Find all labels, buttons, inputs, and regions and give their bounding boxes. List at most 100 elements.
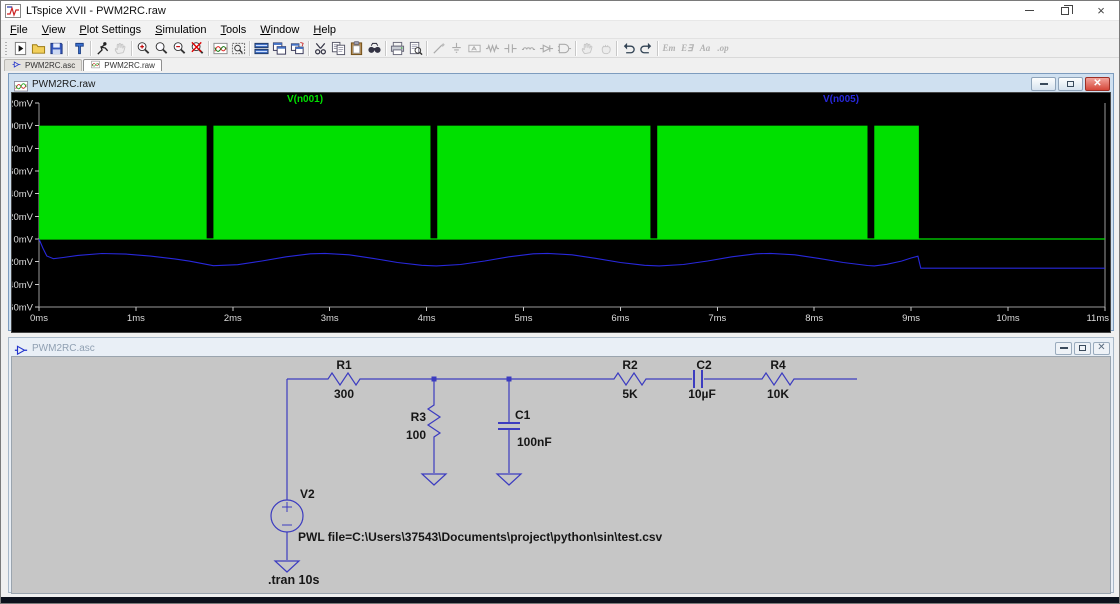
component-R2[interactable]: R2 5K — [610, 358, 650, 401]
cascade-icon[interactable] — [288, 40, 306, 57]
legend-vn005[interactable]: V(n005) — [823, 94, 859, 105]
diode-icon — [537, 40, 555, 57]
waveform-window-title: PWM2RC.raw — [32, 79, 95, 90]
rotate-icon: E∃ — [678, 40, 696, 57]
paste-icon[interactable] — [347, 40, 365, 57]
minimize-button[interactable] — [1011, 1, 1047, 20]
menu-window[interactable]: Window — [253, 23, 306, 37]
run-icon[interactable] — [93, 40, 111, 57]
waveform-plot-area[interactable]: V(n001)V(n005)120mV100mV80mV60mV40mV20mV… — [11, 92, 1111, 333]
component-C1[interactable]: C1 100nF — [498, 408, 552, 449]
x-tick-label: 2ms — [224, 313, 242, 324]
y-tick-label: 0mV — [13, 235, 33, 246]
component-R3[interactable]: R3100 — [406, 401, 440, 442]
wave-restore-button[interactable] — [1058, 77, 1083, 91]
y-tick-label: 80mV — [12, 144, 34, 155]
menu-file[interactable]: File — [3, 23, 35, 37]
toolbar-separator — [575, 41, 576, 56]
copy-icon[interactable] — [329, 40, 347, 57]
junction-dot — [432, 377, 437, 382]
mdi-area: PWM2RC.raw ✕ V(n001)V(n005)120mV100mV80m… — [1, 71, 1119, 604]
wave-close-button[interactable]: ✕ — [1085, 77, 1110, 91]
component-value-label: 100nF — [517, 435, 552, 449]
ground-symbol[interactable] — [275, 561, 299, 572]
component-ref-label: C1 — [515, 408, 531, 422]
component-V2[interactable]: V2PWL file=C:\Users\37543\Documents\proj… — [271, 487, 663, 544]
component-value-label: 10K — [767, 387, 789, 401]
wave-minimize-button[interactable] — [1031, 77, 1056, 91]
schematic-window-titlebar[interactable]: PWM2RC.asc ✕ — [11, 340, 1111, 356]
y-tick-label: 40mV — [12, 189, 34, 200]
open-icon[interactable] — [29, 40, 47, 57]
resistor-icon — [483, 40, 501, 57]
toolbar-separator — [67, 41, 68, 56]
waveform-window-titlebar[interactable]: PWM2RC.raw ✕ — [11, 76, 1111, 92]
component-value-label: 300 — [334, 387, 354, 401]
x-tick-label: 7ms — [708, 313, 726, 324]
autorange-icon[interactable] — [211, 40, 229, 57]
schem-close-button[interactable]: ✕ — [1093, 342, 1110, 355]
menu-bar: FileViewPlot SettingsSimulationToolsWind… — [1, 21, 1119, 39]
ground-symbol[interactable] — [497, 474, 521, 485]
menu-simulation[interactable]: Simulation — [148, 23, 213, 37]
component-ref-label: C2 — [696, 358, 712, 372]
tile-vertical-icon[interactable] — [270, 40, 288, 57]
new-schematic-icon[interactable] — [11, 40, 29, 57]
x-tick-label: 1ms — [127, 313, 145, 324]
ground-symbol[interactable] — [422, 474, 446, 485]
schematic-drawing[interactable]: R1300R3100C1100nFR25KC210µFR410KV2PWL fi… — [12, 357, 1112, 588]
y-tick-label: -20mV — [12, 257, 34, 268]
menu-tools[interactable]: Tools — [214, 23, 254, 37]
component-ref-label: R2 — [622, 358, 638, 372]
component-R1[interactable]: R1300 — [324, 358, 364, 401]
y-tick-label: 120mV — [12, 99, 34, 110]
drag-icon — [596, 40, 614, 57]
spice-directive-text[interactable]: .tran 10s — [268, 573, 319, 587]
toolbar-separator — [131, 41, 132, 56]
schematic-canvas[interactable]: R1300R3100C1100nFR25KC210µFR410KV2PWL fi… — [11, 356, 1111, 594]
tab-pwm2rc-asc[interactable]: PWM2RC.asc — [4, 59, 82, 71]
component-ref-label: R3 — [411, 410, 427, 424]
menu-view[interactable]: View — [35, 23, 73, 37]
tile-horizontal-icon[interactable] — [252, 40, 270, 57]
control-panel-icon[interactable] — [70, 40, 88, 57]
toolbar-separator — [208, 41, 209, 56]
component-value-label: 5K — [622, 387, 638, 401]
zoom-out-icon[interactable] — [170, 40, 188, 57]
save-icon[interactable] — [47, 40, 65, 57]
toolbar-separator — [308, 41, 309, 56]
spice-directive-icon: .op — [714, 40, 732, 57]
schematic-icon — [14, 343, 28, 354]
waveform-plot[interactable]: V(n001)V(n005)120mV100mV80mV60mV40mV20mV… — [12, 93, 1112, 327]
toolbar-grip[interactable] — [4, 42, 8, 55]
x-tick-label: 3ms — [321, 313, 339, 324]
zoom-area-icon[interactable] — [152, 40, 170, 57]
redo-icon[interactable] — [637, 40, 655, 57]
menu-help[interactable]: Help — [306, 23, 343, 37]
menu-plot-settings[interactable]: Plot Settings — [72, 23, 148, 37]
undo-icon[interactable] — [619, 40, 637, 57]
find-icon[interactable] — [365, 40, 383, 57]
junction-dot — [507, 377, 512, 382]
legend-vn001[interactable]: V(n001) — [287, 94, 323, 105]
y-tick-label: 20mV — [12, 212, 34, 223]
zoom-fit-icon[interactable] — [229, 40, 247, 57]
component-R4[interactable]: R410K — [758, 358, 798, 401]
schem-restore-button[interactable] — [1074, 342, 1091, 355]
x-tick-label: 10ms — [996, 313, 1019, 324]
mirror-icon: Em — [660, 40, 678, 57]
schem-minimize-button[interactable] — [1055, 342, 1072, 355]
close-button[interactable]: × — [1083, 1, 1119, 20]
restore-button[interactable] — [1047, 1, 1083, 20]
print-preview-icon[interactable] — [406, 40, 424, 57]
tab-pwm2rc-raw[interactable]: PWM2RC.raw — [83, 59, 162, 71]
print-icon[interactable] — [388, 40, 406, 57]
component-icon — [555, 40, 573, 57]
trace-v-n001[interactable] — [39, 126, 1105, 239]
zoom-full-extents-icon[interactable] — [188, 40, 206, 57]
titlebar[interactable]: LTspice XVII - PWM2RC.raw × — [1, 1, 1119, 21]
trace-v-n005[interactable] — [39, 239, 1105, 268]
cut-icon[interactable] — [311, 40, 329, 57]
zoom-in-icon[interactable] — [134, 40, 152, 57]
y-tick-label: 60mV — [12, 167, 34, 178]
